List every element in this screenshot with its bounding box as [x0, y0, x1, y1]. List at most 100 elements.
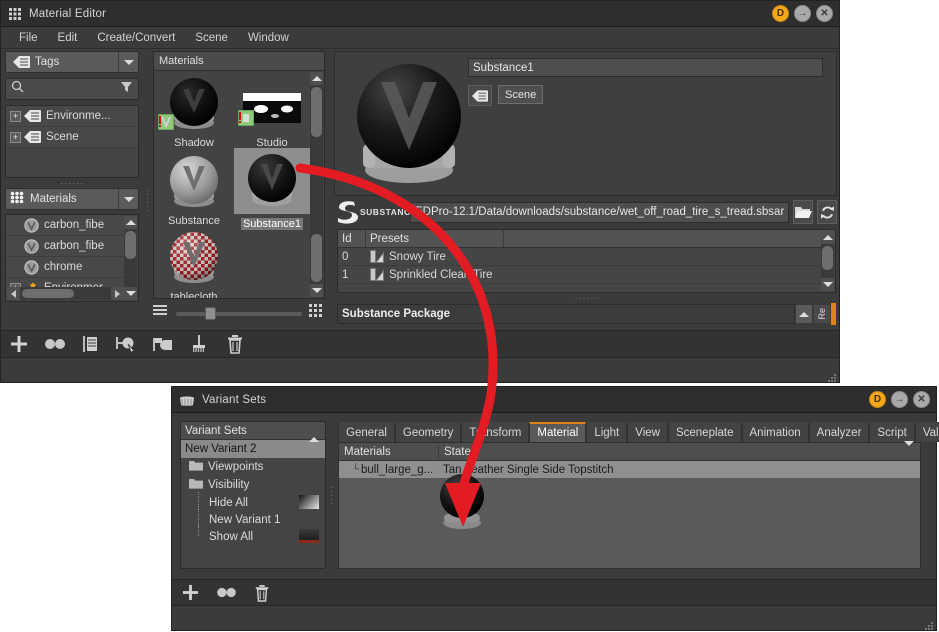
- column-header-materials[interactable]: Materials: [339, 446, 439, 458]
- scroll-down-button[interactable]: [821, 278, 834, 291]
- scene-button[interactable]: Scene: [498, 85, 543, 104]
- scroll-up-button[interactable]: [124, 216, 137, 229]
- tab-light[interactable]: Light: [586, 422, 627, 442]
- scroll-thumb-lower[interactable]: [311, 234, 322, 282]
- scroll-up-button[interactable]: [310, 72, 323, 85]
- delete-variant-button[interactable]: [244, 579, 280, 607]
- thumbnail-item-studio[interactable]: Studio: [234, 74, 310, 149]
- pick-material-button[interactable]: [109, 330, 145, 358]
- slider-handle[interactable]: [205, 307, 216, 320]
- presets-table-row[interactable]: 1 Sprinkled Clean Tire: [338, 266, 835, 284]
- scroll-right-button[interactable]: [111, 287, 124, 300]
- package-spinner[interactable]: [795, 304, 813, 324]
- tags-tree-row-scene[interactable]: + Scene: [6, 127, 138, 148]
- tab-transform[interactable]: Transform: [461, 422, 529, 442]
- presets-vscrollbar[interactable]: [821, 231, 834, 291]
- column-header-state[interactable]: State: [439, 446, 904, 458]
- tag-search-input[interactable]: [5, 78, 139, 100]
- duplicate-material-button[interactable]: [37, 330, 73, 358]
- materials-tree-row[interactable]: chrome: [6, 257, 124, 278]
- close-button[interactable]: ✕: [913, 391, 930, 408]
- variant-set-row-new-variant-2[interactable]: New Variant 2: [181, 440, 325, 458]
- menu-edit[interactable]: Edit: [48, 30, 88, 46]
- variant-row-show-all[interactable]: Show All: [181, 528, 325, 545]
- scroll-left-button[interactable]: [7, 287, 20, 300]
- tag-assign-button[interactable]: [468, 85, 492, 106]
- material-name-input[interactable]: Substance1: [468, 58, 823, 77]
- panel-splitter[interactable]: ······: [5, 178, 139, 188]
- scroll-thumb[interactable]: [311, 87, 322, 137]
- menu-create-convert[interactable]: Create/Convert: [87, 30, 185, 46]
- chevron-down-icon[interactable]: [118, 52, 138, 72]
- tab-animation[interactable]: Animation: [742, 422, 809, 442]
- add-material-button[interactable]: [1, 330, 37, 358]
- dock-button[interactable]: D: [869, 391, 886, 408]
- presets-splitter[interactable]: ······: [337, 294, 836, 302]
- thumbnail-item-tablecloth[interactable]: tablecloth: [156, 228, 232, 299]
- variant-sets-splitter[interactable]: ·····: [328, 479, 336, 513]
- close-button[interactable]: ✕: [816, 5, 833, 22]
- scroll-thumb[interactable]: [822, 246, 833, 270]
- variant-group-row-visibility[interactable]: Visibility: [181, 476, 325, 494]
- undock-button[interactable]: →: [794, 5, 811, 22]
- menu-window[interactable]: Window: [238, 30, 299, 46]
- scroll-thumb[interactable]: [125, 231, 136, 259]
- sort-ascending-icon[interactable]: [309, 425, 325, 437]
- materials-tree-row[interactable]: carbon_fibe: [6, 215, 124, 236]
- variant-materials-list[interactable]: Materials State └ bull_large_g... Tan Le…: [338, 442, 921, 569]
- thumbnail-item-shadow[interactable]: Shadow: [156, 74, 232, 149]
- tags-tree[interactable]: + Environme... +: [5, 105, 139, 178]
- thumbnail-item-substance[interactable]: Substance: [156, 152, 232, 227]
- materials-tree-vscrollbar[interactable]: [124, 216, 137, 300]
- scroll-thumb[interactable]: [22, 289, 74, 298]
- material-thumbnail-browser[interactable]: Materials: [153, 51, 325, 299]
- duplicate-variant-button[interactable]: [208, 579, 244, 607]
- substance-path-input[interactable]: EDPro-12.1/Data/downloads/substance/wet_…: [410, 202, 789, 223]
- grid-view-icon[interactable]: [309, 304, 325, 323]
- expand-icon[interactable]: +: [10, 132, 21, 143]
- variant-row-new-variant-1[interactable]: New Variant 1: [181, 511, 325, 528]
- variant-row-hide-all[interactable]: Hide All: [181, 494, 325, 511]
- menu-scene[interactable]: Scene: [185, 30, 238, 46]
- scroll-up-button[interactable]: [821, 231, 834, 244]
- column-header-id[interactable]: Id: [338, 230, 366, 247]
- tags-tree-row-environment[interactable]: + Environme...: [6, 106, 138, 127]
- tab-view[interactable]: View: [627, 422, 668, 442]
- dock-button[interactable]: D: [772, 5, 789, 22]
- materials-combo[interactable]: Materials: [5, 188, 139, 210]
- tab-sceneplate[interactable]: Sceneplate: [668, 422, 742, 442]
- tab-analyzer[interactable]: Analyzer: [809, 422, 870, 442]
- delete-material-button[interactable]: [217, 330, 253, 358]
- resize-grip[interactable]: [924, 618, 934, 628]
- variant-materials-row[interactable]: └ bull_large_g... Tan Leather Single Sid…: [339, 461, 920, 478]
- materials-tree-hscrollbar[interactable]: [7, 287, 124, 300]
- tab-values[interactable]: Values: [915, 422, 939, 442]
- menu-file[interactable]: File: [9, 30, 48, 46]
- assign-material-button[interactable]: [145, 330, 181, 358]
- substance-package-label-box[interactable]: Substance Package: [337, 304, 795, 324]
- add-variant-button[interactable]: [172, 579, 208, 607]
- tab-material[interactable]: Material: [529, 422, 586, 442]
- open-file-button[interactable]: [793, 200, 813, 224]
- presets-table-row[interactable]: 0 Snowy Tire: [338, 248, 835, 266]
- filter-icon[interactable]: [120, 80, 133, 98]
- presets-table[interactable]: Id Presets 0 Snowy Tire 1: [337, 229, 836, 293]
- apply-to-selection-button[interactable]: [73, 330, 109, 358]
- package-side-tab[interactable]: Re: [813, 304, 831, 324]
- column-header-presets[interactable]: Presets: [366, 230, 504, 247]
- list-view-icon[interactable]: [153, 304, 169, 323]
- tab-geometry[interactable]: Geometry: [395, 422, 462, 442]
- scroll-down-button[interactable]: [310, 284, 323, 297]
- undock-button[interactable]: →: [891, 391, 908, 408]
- materials-tree-row[interactable]: carbon_fibe: [6, 236, 124, 257]
- vertical-splitter[interactable]: ······: [144, 181, 152, 221]
- tags-combo[interactable]: Tags: [5, 51, 139, 73]
- reload-substance-button[interactable]: [817, 200, 837, 224]
- tab-script[interactable]: Script: [869, 422, 914, 442]
- thumbnail-size-slider[interactable]: [175, 307, 303, 319]
- expand-icon[interactable]: +: [10, 111, 21, 122]
- materials-tree-row[interactable]: + Environmer: [6, 278, 124, 287]
- scroll-down-button[interactable]: [124, 287, 137, 300]
- variant-sets-tree[interactable]: Variant Sets New Variant 2 Viewpoints Vi…: [180, 421, 326, 569]
- resize-grip[interactable]: [827, 370, 837, 380]
